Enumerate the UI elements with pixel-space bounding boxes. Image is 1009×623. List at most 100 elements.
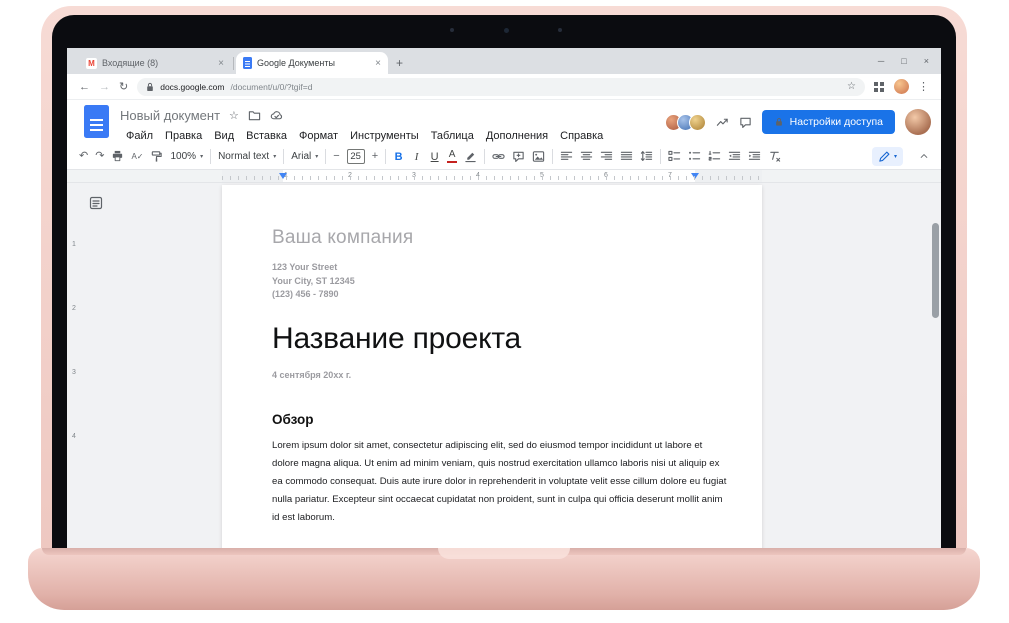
- bookmark-star-icon[interactable]: ☆: [847, 81, 856, 92]
- ruler-number: 7: [668, 172, 672, 179]
- indent-decrease-icon[interactable]: [728, 150, 741, 163]
- tab-docs[interactable]: Google Документы ×: [236, 52, 388, 74]
- insert-link-icon[interactable]: [492, 150, 505, 163]
- menu-help[interactable]: Справка: [554, 130, 609, 142]
- menu-format[interactable]: Формат: [293, 130, 344, 142]
- extensions-icon[interactable]: [874, 82, 878, 86]
- zoom-select[interactable]: 100% ▾: [170, 151, 203, 162]
- close-tab-icon[interactable]: ×: [375, 58, 381, 69]
- address-bar: ← → ↻ docs.google.com /document/u/0/?tgi…: [67, 74, 941, 100]
- undo-icon[interactable]: ↶: [79, 151, 88, 162]
- collapse-toolbar-icon[interactable]: [919, 148, 929, 166]
- comment-history-icon[interactable]: [739, 116, 752, 129]
- share-button[interactable]: Настройки доступа: [762, 110, 895, 134]
- pencil-icon: [878, 150, 891, 163]
- chevron-down-icon: ▾: [315, 153, 318, 160]
- highlight-color-icon[interactable]: [464, 150, 477, 163]
- url-field[interactable]: docs.google.com /document/u/0/?tgif=d ☆: [137, 78, 865, 96]
- docs-app-icon[interactable]: [84, 105, 109, 138]
- spellcheck-icon[interactable]: A✓: [131, 153, 143, 161]
- back-icon[interactable]: ←: [79, 81, 90, 93]
- laptop-lid: M Входящие (8) × Google Документы × + ─ …: [41, 6, 967, 548]
- move-folder-icon[interactable]: [248, 109, 261, 122]
- horizontal-ruler[interactable]: 1 2 3 4 5 6 7: [222, 170, 762, 182]
- paragraph-style-select[interactable]: Normal text ▾: [218, 151, 276, 162]
- editing-mode-button[interactable]: ▾: [872, 147, 903, 166]
- font-size-input[interactable]: 25: [347, 149, 365, 164]
- underline-icon[interactable]: U: [429, 151, 440, 163]
- bulleted-list-icon[interactable]: [688, 150, 701, 163]
- menu-tools[interactable]: Инструменты: [344, 130, 425, 142]
- gmail-icon: M: [86, 58, 97, 69]
- microphone-dot: [450, 28, 454, 32]
- add-comment-icon[interactable]: [512, 150, 525, 163]
- font-size-increase-icon[interactable]: +: [372, 151, 378, 162]
- vertical-ruler-number: 4: [72, 433, 76, 440]
- activity-dashboard-icon[interactable]: [716, 116, 729, 129]
- menu-bar: Файл Правка Вид Вставка Формат Инструмен…: [120, 127, 609, 144]
- collaborator-avatar[interactable]: [689, 114, 706, 131]
- reload-icon[interactable]: ↻: [119, 80, 128, 93]
- address-line: (123) 456 - 7890: [272, 288, 727, 302]
- screen-bezel: M Входящие (8) × Google Документы × + ─ …: [52, 15, 956, 548]
- document-page[interactable]: Ваша компания 123 Your Street Your City,…: [222, 185, 762, 548]
- body-paragraph: Lorem ipsum dolor sit amet, consectetur …: [272, 437, 727, 528]
- menu-table[interactable]: Таблица: [425, 130, 480, 142]
- menu-edit[interactable]: Правка: [159, 130, 208, 142]
- vertical-ruler-number: 2: [72, 305, 76, 312]
- scrollbar-thumb[interactable]: [932, 223, 939, 318]
- line-spacing-icon[interactable]: [640, 150, 653, 163]
- document-area: 1 2 3 4 Ваша компания 123 Your Street Yo…: [67, 183, 941, 548]
- webcam: [504, 28, 509, 33]
- url-path: /document/u/0/?tgif=d: [230, 82, 312, 92]
- account-avatar[interactable]: [905, 109, 931, 135]
- style-value: Normal text: [218, 151, 269, 162]
- https-lock-icon: [146, 82, 154, 92]
- show-outline-icon[interactable]: [89, 196, 103, 215]
- cloud-saved-icon[interactable]: [270, 109, 283, 122]
- clear-formatting-icon[interactable]: [768, 150, 781, 163]
- menu-insert[interactable]: Вставка: [240, 130, 293, 142]
- new-tab-button[interactable]: +: [396, 56, 403, 70]
- font-select[interactable]: Arial ▾: [291, 151, 318, 162]
- close-window-button[interactable]: ×: [924, 56, 929, 66]
- tab-label: Входящие (8): [102, 58, 213, 68]
- align-center-icon[interactable]: [580, 150, 593, 163]
- chevron-down-icon: ▾: [273, 153, 276, 160]
- browser-profile-avatar[interactable]: [894, 79, 909, 94]
- menu-file[interactable]: Файл: [120, 130, 159, 142]
- forward-icon[interactable]: →: [99, 81, 110, 93]
- star-document-icon[interactable]: ☆: [229, 109, 239, 122]
- italic-icon[interactable]: I: [411, 151, 422, 163]
- text-color-letter: A: [449, 150, 456, 160]
- close-tab-icon[interactable]: ×: [218, 58, 224, 69]
- document-title[interactable]: Новый документ: [120, 108, 220, 123]
- redo-icon[interactable]: ↷: [95, 151, 104, 162]
- checklist-icon[interactable]: [668, 150, 681, 163]
- print-icon[interactable]: [111, 150, 124, 163]
- project-title: Название проекта: [272, 322, 727, 356]
- chevron-down-icon: ▾: [894, 153, 897, 160]
- bold-icon[interactable]: B: [393, 151, 404, 163]
- docs-header: Новый документ ☆: [67, 100, 941, 144]
- left-indent-marker[interactable]: [279, 173, 287, 179]
- maximize-button[interactable]: □: [901, 56, 906, 66]
- tab-gmail[interactable]: M Входящие (8) ×: [79, 52, 231, 74]
- minimize-button[interactable]: ─: [878, 56, 884, 66]
- paint-format-icon[interactable]: [150, 150, 163, 163]
- align-left-icon[interactable]: [560, 150, 573, 163]
- text-color-icon[interactable]: A: [447, 150, 457, 164]
- menu-addons[interactable]: Дополнения: [480, 130, 554, 142]
- font-size-decrease-icon[interactable]: −: [333, 151, 339, 162]
- insert-image-icon[interactable]: [532, 150, 545, 163]
- numbered-list-icon[interactable]: [708, 150, 721, 163]
- menu-view[interactable]: Вид: [208, 130, 240, 142]
- indent-increase-icon[interactable]: [748, 150, 761, 163]
- align-justify-icon[interactable]: [620, 150, 633, 163]
- align-right-icon[interactable]: [600, 150, 613, 163]
- docs-favicon: [243, 57, 252, 69]
- microphone-dot: [558, 28, 562, 32]
- right-indent-marker[interactable]: [691, 173, 699, 179]
- browser-menu-icon[interactable]: ⋮: [918, 80, 929, 93]
- address-block: 123 Your Street Your City, ST 12345 (123…: [272, 261, 727, 302]
